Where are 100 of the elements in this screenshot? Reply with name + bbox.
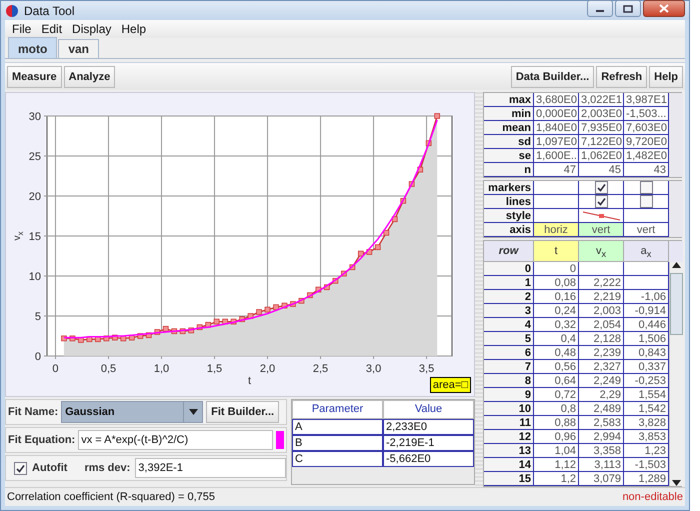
data-point [248,313,254,319]
column-header[interactable]: a$_{x}$ [624,241,669,262]
data-point [282,302,288,308]
axis-tick-label: 1,0 [154,363,170,375]
table-cell: 3,358 [579,444,624,458]
table-cell: 9,720E0 [624,135,669,149]
scrollbar[interactable] [669,262,683,486]
data-point [408,181,415,187]
row-label: axis [484,223,534,237]
field-label: Fit Equation: [8,434,76,446]
axis-tick-label: 10 [28,271,41,283]
minimize-button[interactable] [587,0,613,17]
app-icon [5,4,19,18]
column-header[interactable]: Parameter [292,400,383,419]
color-swatch[interactable] [276,431,284,449]
row-number: 8 [484,374,534,388]
fit-builder-button[interactable]: Fit Builder... [206,401,280,423]
axis-tick-label: 3,0 [366,363,382,375]
table-cell: 0 [534,262,579,276]
data-point [298,298,304,304]
scroll-thumb[interactable] [670,273,683,335]
data-point [146,332,152,338]
axis-cell[interactable]: vert [624,223,669,237]
table-cell: 1,062E0 [579,149,624,163]
table-cell: 3,022E1 [579,93,624,107]
axis-tick-label: 0 [34,351,41,363]
table-cell: 0,843 [624,346,669,360]
axis-tick-label: 0,5 [100,363,116,375]
table-cell: 1,04 [534,444,579,458]
axis-tick-label: 1,5 [206,363,222,375]
row-label: style [484,209,534,223]
caret-icon [188,409,198,415]
row-number: 5 [484,332,534,346]
row-number: 2 [484,290,534,304]
autofit-checkbox[interactable] [14,462,27,474]
table-cell: 0,48 [534,346,579,360]
table-cell: -1,503 [624,458,669,472]
table-cell: 2,233E0 [383,419,474,435]
toolbar-button[interactable]: Analyze [64,66,116,88]
data-point [78,337,84,343]
rms-field[interactable]: 3,392E-1 [135,458,286,478]
column-header[interactable]: v$_{x}$ [579,241,624,262]
axis-cell[interactable]: horiz [534,223,579,237]
menu-item[interactable]: File [7,22,36,36]
data-point [239,316,245,322]
checkbox[interactable] [640,195,652,208]
table-cell: 1,542 [624,402,669,416]
table-cell: 0,24 [534,304,579,318]
table-cell: 1,2 [534,472,579,486]
table-cell: 2,003E0 [579,107,624,121]
table-cell: 2,003 [579,304,624,318]
table-cell: 0,000E0 [534,107,579,121]
menu-item[interactable]: Display [67,22,116,36]
table-cell: 1,289 [624,472,669,486]
row-number: 7 [484,360,534,374]
menu-item[interactable]: Edit [36,22,68,36]
fit-name-dropdown[interactable]: Gaussian [61,401,204,423]
column-header[interactable]: row [484,241,534,262]
checkbox[interactable] [640,181,652,194]
column-header[interactable]: t [534,241,579,262]
axis-cell[interactable]: vert [579,223,624,237]
equation-field[interactable]: vx = A*exp(-(t-B)^2/C) [78,430,273,450]
table-cell: 7,935E0 [579,121,624,135]
row-number: 4 [484,318,534,332]
table-cell: 3,079 [579,472,624,486]
checkbox[interactable] [594,195,608,208]
table-cell: 2,128 [579,332,624,346]
column-header[interactable]: Value [383,400,474,419]
toolbar-button[interactable]: Help [649,66,683,88]
data-point [256,309,262,315]
table-cell: -2,219E-1 [383,435,474,451]
area-readout: area=□ [430,377,471,393]
row-number: 15 [484,472,534,486]
close-button[interactable] [643,0,685,17]
maximize-button[interactable] [615,0,641,17]
table-cell: 1,840E0 [534,121,579,135]
checkbox[interactable] [594,181,608,194]
toolbar-button[interactable]: Refresh [596,66,648,88]
table-cell: 2,583 [579,416,624,430]
table-cell: -0,914 [624,304,669,318]
data-point [426,140,432,146]
data-point [86,336,92,342]
row-number: 12 [484,430,534,444]
tab[interactable]: moto [8,37,58,58]
toolbar-button[interactable]: Measure [7,66,62,88]
table-cell: 1,482E0 [624,149,669,163]
table-cell: 2,994 [579,430,624,444]
table-cell: 2,239 [579,346,624,360]
row-label: n [484,163,534,177]
data-point [290,301,296,307]
menu-item[interactable]: Help [116,22,152,36]
axis-tick-label: 30 [28,111,41,123]
table-cell: 43 [624,163,669,177]
data-point [214,318,220,324]
table-cell: 3,113 [579,458,624,472]
tab[interactable]: van [58,39,100,58]
data-point [120,336,126,342]
field-label: rms dev: [84,462,130,474]
toolbar-button[interactable]: Data Builder... [510,66,594,88]
table-cell: 1,12 [534,458,579,472]
